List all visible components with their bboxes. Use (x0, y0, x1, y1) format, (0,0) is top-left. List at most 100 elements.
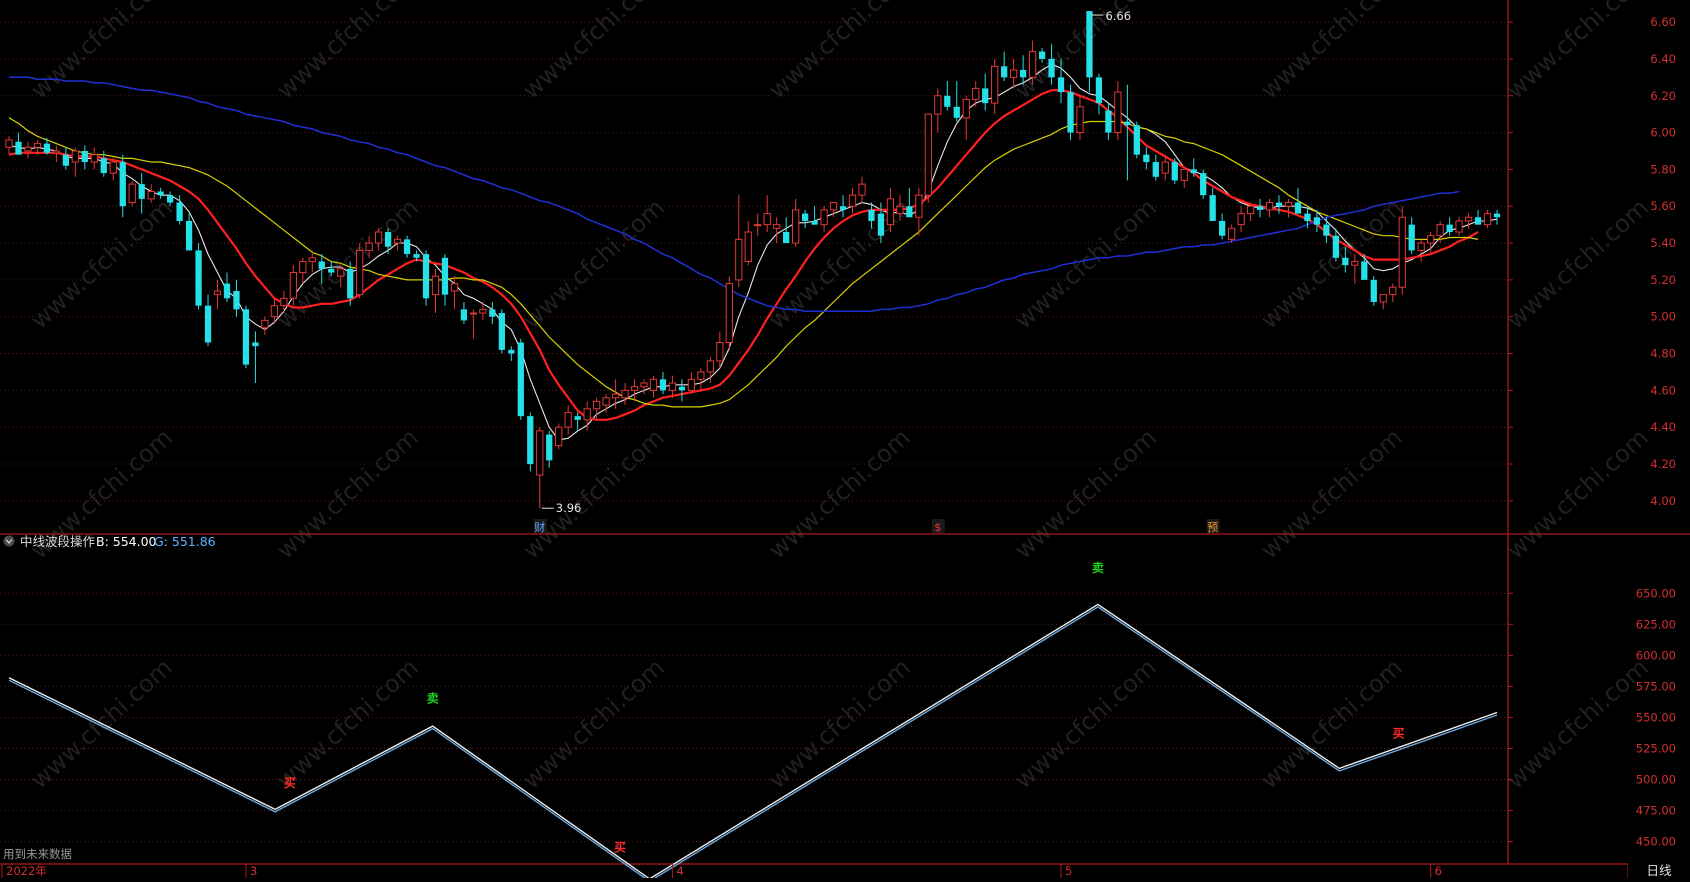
candle-body-up (1114, 91, 1122, 134)
candle-body-down (1219, 220, 1226, 236)
candle-body-down (100, 158, 107, 174)
candle-body-up (1417, 242, 1425, 251)
candle-body-down (574, 416, 581, 420)
low-price-label: 3.96 (556, 501, 582, 515)
candle-body-down (1001, 66, 1008, 78)
candle-body-up (848, 194, 857, 207)
candlestick (725, 276, 733, 350)
candle-body-up (924, 113, 932, 196)
indicator-header[interactable]: 中线波段操作 B: 554.00 G: 551.86 (3, 534, 216, 549)
candle-body-up (1010, 69, 1018, 78)
indicator-b-value: B: 554.00 (96, 534, 157, 549)
candle-body-up (592, 400, 601, 410)
candle-body-up (147, 191, 155, 200)
candlestick (1067, 84, 1074, 140)
candle-body-up (858, 183, 866, 196)
candle-body-down (1256, 206, 1264, 210)
candle-body-up (583, 408, 591, 421)
price-tick-label: 6.60 (1650, 15, 1676, 29)
candle-body-down (1332, 235, 1340, 258)
candle-body-up (915, 194, 923, 218)
candle-body-down (489, 309, 496, 317)
candle-body-down (43, 143, 51, 153)
chart-svg[interactable]: www.cfchi.com www.cfchi.com www.cfchi.com w… (0, 0, 1690, 882)
candle-body-down (953, 106, 960, 118)
candle-body-down (422, 254, 430, 299)
candle-body-up (1455, 220, 1463, 233)
candle-body-down (1038, 51, 1046, 59)
candle-body-down (318, 261, 325, 269)
candlestick (1133, 121, 1140, 159)
candle-body-up (261, 319, 269, 329)
candle-body-up (71, 150, 79, 163)
candle-body-down (868, 209, 875, 221)
candle-body-down (384, 232, 392, 247)
candle-body-up (1180, 168, 1188, 181)
candlestick (924, 113, 932, 203)
candle-body-down (185, 220, 193, 251)
candle-body-down (413, 254, 420, 258)
candle-body-down (1095, 77, 1103, 104)
candle-body-up (972, 87, 980, 100)
candle-body-up (1483, 213, 1492, 226)
candle-body-up (289, 272, 297, 299)
price-tick-label: 5.60 (1650, 199, 1676, 213)
candle-body-up (431, 275, 440, 296)
stock-chart-window: www.cfchi.com www.cfchi.com www.cfchi.com w… (0, 0, 1690, 882)
candlestick (517, 338, 524, 420)
indicator-collapse-icon[interactable] (3, 535, 15, 547)
candle-body-down (1313, 217, 1321, 225)
candle-body-up (555, 426, 563, 447)
month-label: 3 (250, 864, 257, 878)
candle-body-up (128, 183, 136, 204)
candle-body-up (829, 202, 838, 211)
candle-body-up (375, 231, 383, 244)
event-marker: 预 (1207, 521, 1218, 534)
candle-body-down (1370, 279, 1377, 302)
candle-body-up (792, 209, 800, 244)
candle-body-up (697, 371, 705, 380)
candle-body-up (1464, 216, 1473, 222)
candle-body-up (1237, 213, 1245, 226)
candle-body-down (508, 349, 515, 354)
candle-body-up (886, 198, 895, 226)
candle-body-down (176, 202, 183, 221)
candle-body-down (1361, 261, 1368, 280)
candle-body-down (783, 232, 790, 244)
sell-signal: 卖 (1092, 560, 1104, 575)
price-tick-label: 5.00 (1650, 310, 1676, 324)
candle-body-up (991, 65, 999, 104)
candle-body-up (754, 224, 762, 227)
candle-body-down (1143, 154, 1150, 163)
candle-body-down (944, 95, 951, 107)
candle-body-up (611, 393, 620, 399)
candle-body-down (1323, 224, 1330, 236)
candle-body-up (270, 305, 279, 318)
candle-body-up (1028, 51, 1037, 78)
candle-body-up (1076, 106, 1084, 134)
candle-body-down (1294, 202, 1302, 214)
candle-body-up (725, 283, 733, 343)
candle-body-up (1398, 216, 1406, 288)
candle-body-down (460, 309, 468, 321)
price-tick-label: 4.40 (1650, 420, 1676, 434)
indicator-tick-label: 475.00 (1636, 804, 1676, 818)
candle-body-down (1408, 224, 1415, 251)
candle-body-up (90, 154, 98, 163)
candle-body-up (308, 257, 316, 262)
candle-body-up (299, 260, 307, 274)
candle-body-down (1342, 257, 1349, 266)
candle-body-up (536, 430, 544, 476)
candle-body-up (1427, 235, 1435, 244)
candlestick (422, 250, 430, 306)
candle-body-down (659, 379, 667, 391)
candle-body-up (280, 297, 288, 307)
indicator-tick-label: 650.00 (1636, 586, 1676, 600)
period-selector[interactable]: 日线 (1628, 862, 1690, 878)
candle-body-up (744, 231, 752, 262)
price-tick-label: 5.20 (1650, 273, 1676, 287)
candle-body-up (356, 249, 364, 296)
candle-body-up (365, 242, 373, 251)
candle-body-up (52, 150, 61, 154)
candle-body-down (223, 283, 231, 299)
